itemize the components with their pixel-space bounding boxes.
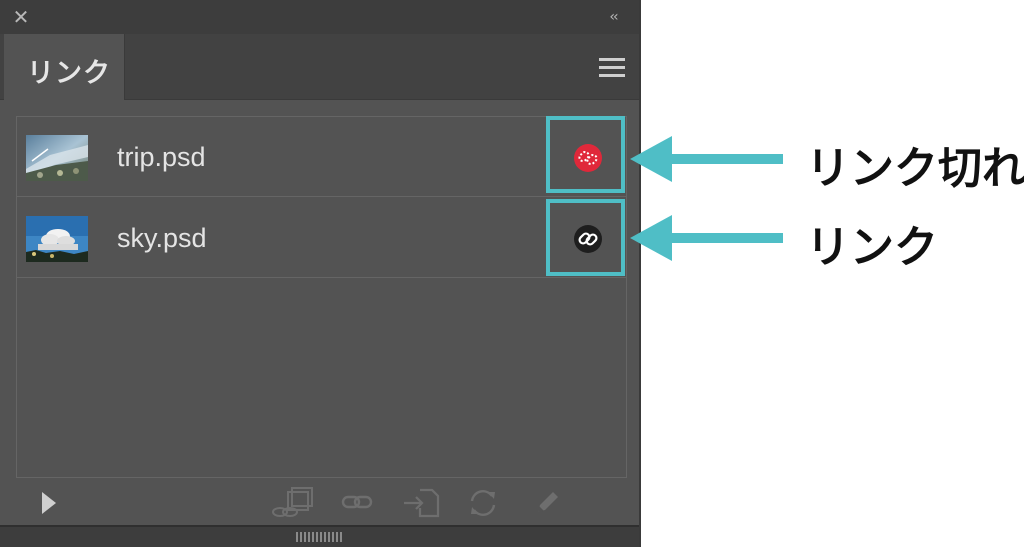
annotation-broken-link: リンク切れ: [806, 144, 1024, 193]
panel-toolbar: [0, 480, 639, 524]
close-icon[interactable]: ✕: [12, 7, 30, 27]
list-item[interactable]: sky.psd: [17, 198, 626, 278]
relink-icon[interactable]: [340, 486, 374, 520]
annotation-link: リンク: [806, 223, 938, 272]
go-to-link-icon[interactable]: [402, 486, 440, 520]
edit-original-icon[interactable]: [530, 486, 564, 520]
play-icon[interactable]: [34, 486, 68, 520]
links-list: trip.psd sky.psd: [16, 116, 627, 478]
list-item[interactable]: trip.psd: [17, 117, 626, 197]
hamburger-menu-icon[interactable]: [599, 58, 625, 78]
arrow-icon: [630, 215, 783, 261]
link-filename: sky.psd: [117, 223, 207, 253]
links-panel: ✕ ‹‹ リンク trip.psd sky.psd: [0, 0, 641, 547]
highlight-box-link: [546, 199, 625, 276]
tab-links[interactable]: リンク: [4, 34, 125, 100]
tab-bar: リンク: [0, 34, 639, 100]
arrow-icon: [630, 136, 783, 182]
highlight-box-broken: [546, 116, 625, 193]
photo-thumbnail: [26, 135, 88, 181]
tab-label: リンク: [27, 58, 111, 88]
grip-icon: [296, 532, 344, 542]
update-link-icon[interactable]: [466, 486, 500, 520]
resize-handle[interactable]: [0, 525, 639, 547]
relink-from-cc-icon[interactable]: [270, 486, 313, 520]
collapse-icon[interactable]: ‹‹: [603, 8, 623, 26]
sky-photo-thumbnail: [26, 216, 88, 262]
figure: ✕ ‹‹ リンク trip.psd sky.psd リンク切れ リンク: [0, 0, 1024, 547]
link-filename: trip.psd: [117, 142, 206, 172]
panel-titlebar: ✕ ‹‹: [0, 0, 639, 34]
